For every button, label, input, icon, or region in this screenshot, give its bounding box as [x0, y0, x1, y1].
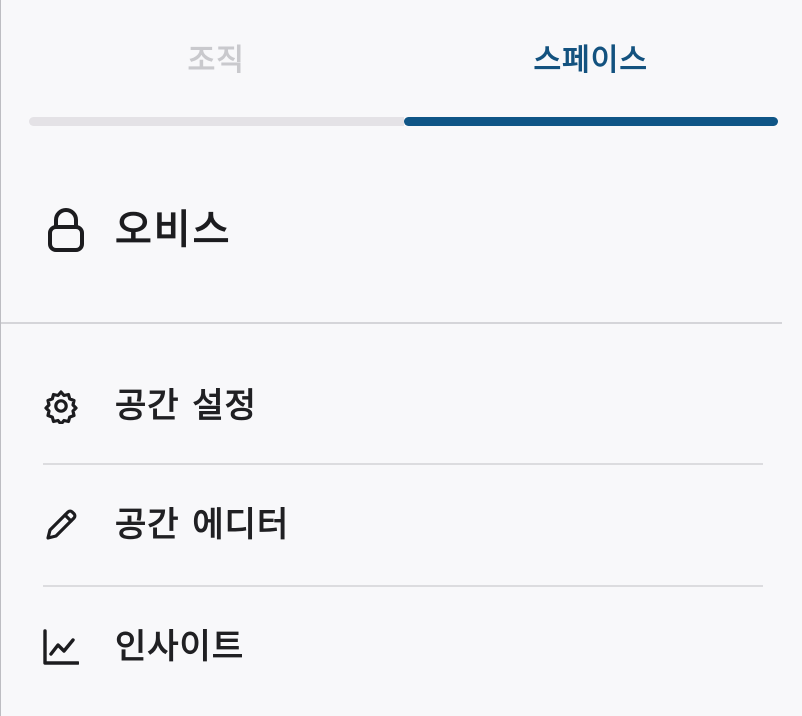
space-name: 오비스 [115, 207, 232, 253]
menu-item-space-settings[interactable]: 공간 설정 [1, 344, 802, 464]
line-chart-icon [43, 629, 80, 665]
menu-item-insights[interactable]: 인사이트 [1, 587, 802, 707]
lock-icon [47, 207, 85, 253]
tab-space-label: 스페이스 [533, 43, 648, 78]
space-navigation-panel: 조직 스페이스 오비스 공간 설정 공간 에디터 인사이트 [0, 0, 802, 716]
tab-organization[interactable]: 조직 [29, 0, 404, 128]
menu-item-label: 공간 에디터 [115, 505, 290, 545]
tab-organization-indicator [29, 117, 404, 126]
tab-bar: 조직 스페이스 [29, 0, 778, 128]
menu-item-space-editor[interactable]: 공간 에디터 [1, 465, 802, 585]
section-divider [1, 322, 782, 324]
gear-icon [43, 388, 79, 426]
tab-space-indicator [403, 117, 778, 126]
tab-organization-label: 조직 [187, 43, 245, 78]
space-header: 오비스 [47, 200, 231, 260]
menu-item-label: 공간 설정 [115, 386, 257, 426]
menu-item-label: 인사이트 [115, 627, 245, 667]
tab-space[interactable]: 스페이스 [403, 0, 778, 128]
pencil-icon [43, 507, 79, 543]
